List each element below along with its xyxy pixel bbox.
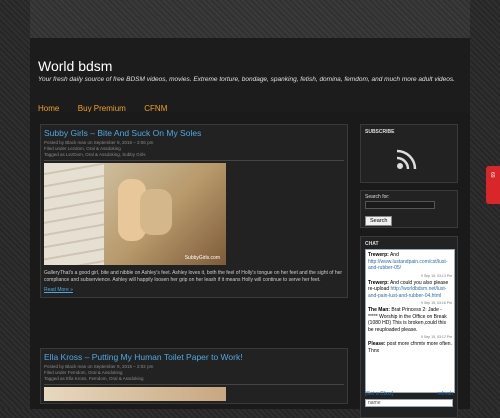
chat-text: And (389, 252, 399, 258)
chat-link[interactable]: http://www.lustandpain.com/cst/lust-and-… (368, 259, 447, 272)
content-area: Subby Girls – Bite And Suck On My Soles … (30, 112, 470, 418)
chat-message: The Man: Brat Princess 2: Jade - ***** W… (366, 305, 454, 335)
post-meta-tagged: Tagged as LezDom, Oral & Assdoking, Subb… (44, 152, 146, 157)
image-watermark: SubbyGirls.com (184, 255, 220, 261)
side-tab-label: 69 (489, 172, 495, 178)
read-more-link[interactable]: Read More » (41, 287, 347, 297)
post-meta: Posted by Black man on September 9, 2015… (41, 364, 347, 382)
post-title[interactable]: Ella Kross – Putting My Human Toilet Pap… (41, 349, 347, 364)
rss-icon[interactable] (393, 145, 421, 173)
widget-title: CHAT (365, 241, 379, 247)
figure-shape (140, 189, 172, 235)
widget-title: SUBSCRIBE (365, 129, 395, 135)
chat-user: Trewerp: (368, 252, 389, 258)
chat-user: The Man: (368, 307, 390, 313)
site-header: World bdsm Your fresh daily source of fr… (30, 38, 470, 113)
post-card: Subby Girls – Bite And Suck On My Soles … (40, 124, 348, 298)
search-widget: Search for: Search (360, 190, 458, 228)
stairs-graphic (44, 163, 104, 265)
post-meta: Posted by Black man on September 9, 2015… (41, 140, 347, 158)
post-meta-tagged: Tagged as Ella Kross, Femdom, Oral & Ass… (44, 376, 144, 381)
post-image[interactable] (44, 387, 226, 401)
post-title[interactable]: Subby Girls – Bite And Suck On My Soles (41, 125, 347, 140)
divider (44, 160, 344, 161)
chat-box[interactable]: Trewerp: And http://www.lustandpain.com/… (365, 249, 455, 393)
subscribe-widget: SUBSCRIBE (360, 124, 458, 183)
top-bar (30, 0, 470, 38)
chat-message: Trewerp: And http://www.lustandpain.com/… (366, 250, 454, 274)
chat-user: Trewerp: (368, 279, 389, 286)
post-image[interactable]: SubbyGirls.com (44, 163, 226, 265)
chat-message: Please: post more cfnmtv more often. Thn… (366, 339, 454, 356)
chat-user: Please: (368, 341, 386, 347)
search-label: Search for: (365, 194, 390, 200)
chat-widget: CHAT Trewerp: And http://www.lustandpain… (360, 236, 458, 418)
search-input[interactable] (365, 201, 435, 209)
chat-refresh-link[interactable]: refresh (437, 391, 453, 397)
post-body: GalleryThat's a good girl, bite and nibb… (44, 270, 343, 283)
site-title[interactable]: World bdsm (38, 58, 112, 74)
chat-footer: [Get a Cbox] refresh (365, 391, 453, 397)
chat-message: Trewerp: And could you also please re-up… (366, 278, 454, 302)
post-card: Ella Kross – Putting My Human Toilet Pap… (40, 348, 348, 404)
side-tab[interactable]: 69 (486, 166, 500, 204)
chat-name-input[interactable]: name (365, 399, 453, 407)
search-button[interactable]: Search (365, 216, 393, 226)
divider (44, 384, 344, 385)
get-cbox-link[interactable]: [Get a Cbox] (365, 391, 393, 397)
site-tagline: Your fresh daily source of free BDSM vid… (38, 76, 455, 83)
